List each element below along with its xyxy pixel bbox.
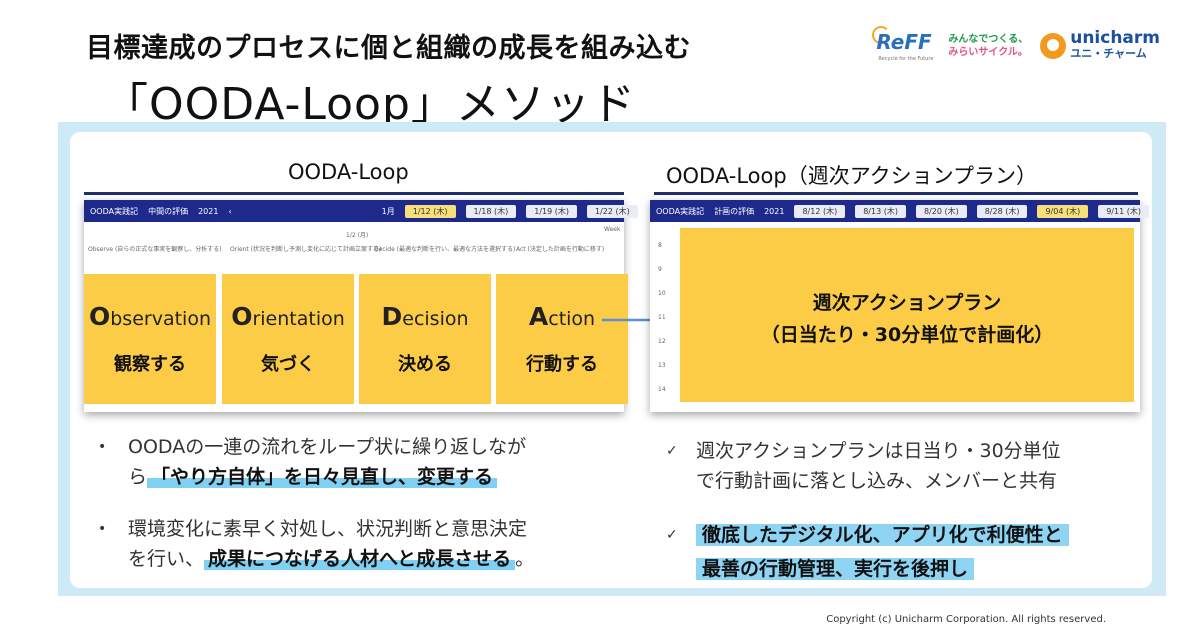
hour-label: 8 (658, 242, 662, 249)
date-tab: 8/13 (木) (855, 204, 906, 218)
card-jp: 気づく (261, 354, 315, 375)
card-initial: D (381, 302, 403, 331)
view-selector: Week (604, 226, 621, 233)
bullet-line: OODAの一連の流れをループ状に繰り返しなが (128, 436, 527, 458)
bullet-text: ら (128, 466, 148, 488)
card-jp: 決める (398, 354, 452, 375)
bullet-marker: • (98, 521, 107, 537)
app-name: OODA実践記 (656, 206, 705, 216)
tagline-line-2: みらいサイクル。 (948, 47, 1028, 58)
hour-label: 11 (658, 314, 666, 321)
card-initial: O (88, 302, 111, 331)
date-tab: 8/28 (木) (976, 204, 1028, 218)
date-tab: 8/12 (木) (794, 204, 846, 218)
app-menu: 計画の評価 (714, 206, 755, 216)
bullet-highlight: 「やり方自体」を日々見直し、変更する (147, 466, 498, 488)
weekly-plan-title: 週次アクションプラン (812, 292, 1002, 314)
right-section-underline (654, 192, 1138, 195)
bullet-highlight: 最善の行動管理、実行を後押し (696, 558, 975, 580)
unicharm-logo-en: unicharm (1070, 28, 1160, 48)
weekly-plan-block: 週次アクションプラン （日当たり・30分単位で計画化） (680, 228, 1134, 402)
app-name: OODA実践記 (90, 206, 139, 216)
card-orientation: Orientation 気づく (222, 274, 354, 404)
right-section-title: OODA-Loop（週次アクションプラン） (666, 164, 1038, 188)
hour-label: 14 (658, 386, 666, 393)
unicharm-mark-icon (1040, 33, 1067, 59)
date-tab: 1/19 (木) (526, 204, 577, 218)
card-observation: Observation 観察する (84, 274, 216, 404)
chevron-left-icon: ‹ (228, 206, 232, 216)
card-action: Action 行動する (496, 274, 628, 404)
hour-label: 9 (658, 266, 662, 273)
card-decision: Decision 決める (359, 274, 491, 404)
copyright-notice: Copyright (c) Unicharm Corporation. All … (826, 614, 1106, 625)
date-tab: 9/11 (木) (1098, 204, 1149, 218)
bullet-text: 。 (515, 548, 535, 570)
date-tab: 1/18 (木) (465, 204, 517, 218)
date-tab: 1/22 (木) (587, 204, 638, 218)
ooda-app-toolbar: OODA実践記 中間の評価 2021 ‹ 1月 1/12 (木) 1/18 (木… (84, 200, 651, 222)
right-bullet-1: ✓ 週次アクションプランは日当り・30分単位 で行動計画に落とし込み、メンバーと… (666, 436, 1061, 496)
unicharm-logo: unicharm ユニ・チャーム (1040, 30, 1160, 62)
bullet-marker: • (98, 439, 107, 455)
column-header-act: Act (決定した計画を行動に移す) (516, 246, 605, 253)
date-tab: 9/04 (木) (1037, 204, 1089, 218)
card-initial: A (528, 302, 549, 331)
page-subtitle: 目標達成のプロセスに個と組織の成長を組み込む (86, 33, 691, 64)
right-bullet-2: ✓ 徹底したデジタル化、アプリ化で利便性と 最善の行動管理、実行を後押し (666, 520, 1069, 584)
ooda-app-screenshot: OODA実践記 中間の評価 2021 ‹ 1月 1/12 (木) 1/18 (木… (84, 200, 651, 412)
app-year: 2021 (764, 206, 785, 216)
reff-logo-subtext: Recycle for the Future (878, 56, 934, 62)
left-section-underline (84, 192, 624, 195)
unicharm-logo-jp: ユニ・チャーム (1070, 47, 1147, 60)
app-menu: 中間の評価 (148, 206, 189, 216)
card-jp: 観察する (114, 354, 186, 375)
bullet-line: で行動計画に落とし込み、メンバーと共有 (696, 470, 1058, 492)
date-tab: 8/20 (木) (915, 204, 967, 218)
left-bullet-2: • 環境変化に素早く対処し、状況判断と意思決定 を行い、 成果につなげる人材へと成… (98, 514, 535, 574)
app-month: 1月 (381, 206, 395, 216)
bullet-line: 週次アクションプランは日当り・30分単位 (696, 440, 1061, 462)
column-header-orient: Orient (状況を判断し予測し変化に応じて計画立案する) (230, 246, 382, 253)
content-panel: OODA-Loop OODA実践記 中間の評価 2021 ‹ 1月 1/12 (… (58, 122, 1166, 596)
hour-label: 12 (658, 338, 666, 345)
logo-area: ReFF Recycle for the Future みんなでつくる、 みらい… (872, 26, 1160, 66)
left-section-title: OODA-Loop (288, 160, 409, 184)
bullet-highlight: 徹底したデジタル化、アプリ化で利便性と (696, 524, 1069, 546)
card-word: ecision (402, 308, 469, 330)
card-word: rientation (252, 308, 345, 330)
app-year: 2021 (198, 206, 219, 216)
card-word: ction (548, 308, 596, 330)
tagline-line-1: みんなでつくる、 (948, 34, 1029, 45)
reff-logo: ReFF Recycle for the Future (872, 26, 940, 66)
hour-label: 10 (658, 290, 666, 297)
bullet-line: 環境変化に素早く対処し、状況判断と意思決定 (128, 518, 528, 540)
weekly-plan-screenshot: OODA実践記 計画の評価 2021 8/12 (木) 8/13 (木) 8/2… (650, 200, 1149, 412)
card-jp: 行動する (526, 354, 598, 375)
card-word: bservation (110, 308, 211, 330)
reff-logo-text: ReFF (876, 30, 932, 54)
column-header-decide: Decide (最適な判断を行い、最適な方法を選択する) (374, 246, 516, 253)
weekly-plan-toolbar: OODA実践記 計画の評価 2021 8/12 (木) 8/13 (木) 8/2… (650, 200, 1149, 222)
card-initial: O (231, 302, 253, 331)
date-tab: 1/12 (木) (404, 204, 456, 218)
weekly-plan-subtitle: （日当たり・30分単位で計画化） (760, 324, 1054, 346)
hour-label: 13 (658, 362, 666, 369)
check-icon: ✓ (666, 443, 678, 459)
check-icon: ✓ (666, 527, 678, 543)
content-panel-inner: OODA-Loop OODA実践記 中間の評価 2021 ‹ 1月 1/12 (… (70, 132, 1152, 588)
column-header-observe: Observe (自らの正式な事実を観察し、分析する) (88, 246, 222, 253)
bullet-highlight: 成果につなげる人材へと成長させる (204, 548, 516, 570)
bullet-text: を行い、 (128, 548, 205, 570)
tagline: みんなでつくる、 みらいサイクル。 (948, 33, 1028, 59)
left-bullet-1: • OODAの一連の流れをループ状に繰り返しなが ら「やり方自体」を日々見直し、… (98, 432, 527, 492)
date-header: 1/2 (月) (346, 232, 369, 239)
